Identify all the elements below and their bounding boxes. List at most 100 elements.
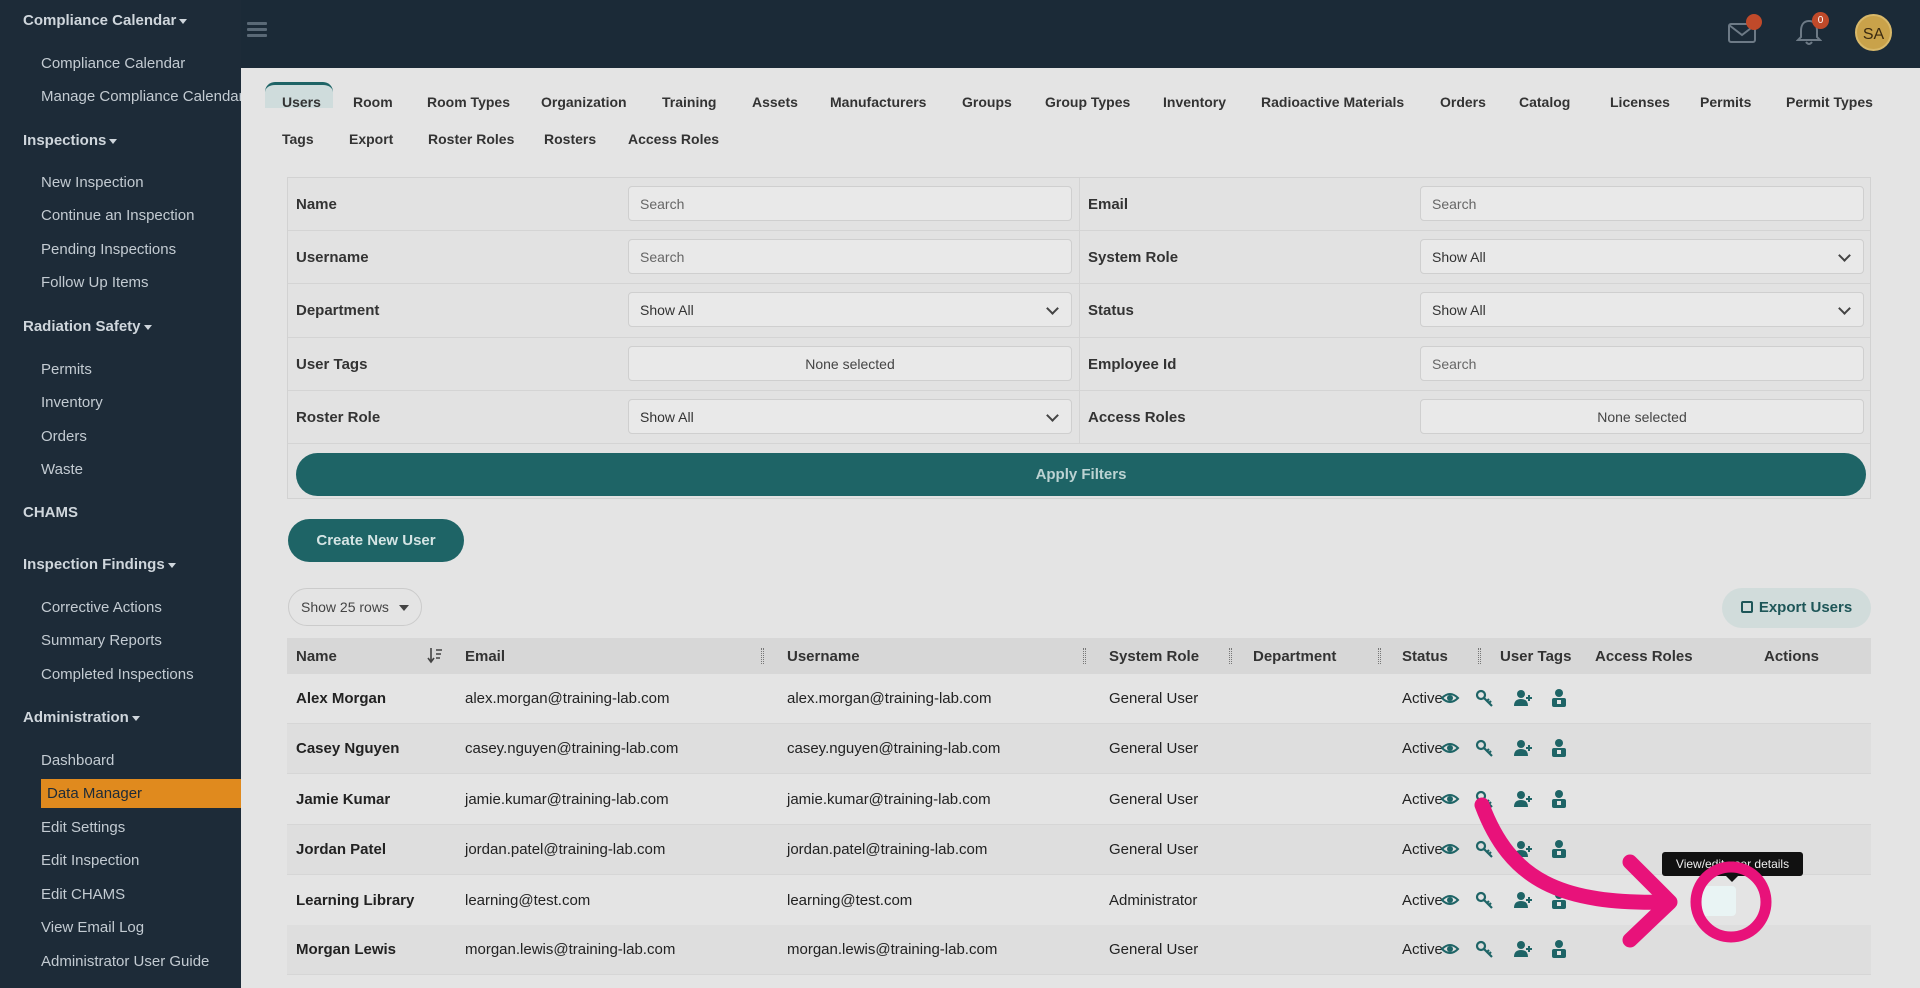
user-badge-icon[interactable] [1549, 789, 1569, 809]
add-user-icon[interactable] [1513, 738, 1533, 758]
department-select[interactable]: Show All [628, 292, 1072, 327]
tab-assets[interactable]: Assets [752, 94, 798, 110]
tab-users[interactable]: Users [282, 94, 321, 110]
tab-orders[interactable]: Orders [1440, 94, 1486, 110]
sidebar-section-chams[interactable]: CHAMS [23, 504, 78, 521]
tab-catalog[interactable]: Catalog [1519, 94, 1570, 110]
add-user-icon[interactable] [1513, 688, 1533, 708]
tab-roster-roles[interactable]: Roster Roles [428, 131, 514, 147]
sidebar-item-admin-user-guide[interactable]: Administrator User Guide [41, 953, 209, 970]
tab-groups[interactable]: Groups [962, 94, 1012, 110]
tab-rosters[interactable]: Rosters [544, 131, 596, 147]
sidebar-item-inventory[interactable]: Inventory [41, 394, 103, 411]
username-search-input[interactable]: Search [628, 239, 1072, 274]
hamburger-menu-icon[interactable] [247, 22, 267, 38]
sidebar-item-waste[interactable]: Waste [41, 461, 83, 478]
sidebar-item-dashboard[interactable]: Dashboard [41, 752, 114, 769]
column-header-access-roles[interactable]: Access Roles [1595, 648, 1693, 665]
view-eye-icon[interactable] [1440, 789, 1460, 809]
user-badge-icon[interactable] [1549, 738, 1569, 758]
column-header-department[interactable]: Department [1253, 648, 1336, 665]
tab-organization[interactable]: Organization [541, 94, 627, 110]
tab-access-roles[interactable]: Access Roles [628, 131, 719, 147]
column-resize-handle[interactable] [1229, 648, 1232, 664]
sidebar-section-radiation-safety[interactable]: Radiation Safety [23, 318, 152, 335]
name-search-input[interactable]: Search [628, 186, 1072, 221]
tab-group-types[interactable]: Group Types [1045, 94, 1130, 110]
key-icon[interactable] [1475, 939, 1495, 959]
view-eye-icon[interactable] [1440, 738, 1460, 758]
tab-licenses[interactable]: Licenses [1610, 94, 1670, 110]
rows-per-page-select[interactable]: Show 25 rows [288, 588, 422, 626]
column-header-username[interactable]: Username [787, 648, 860, 665]
sidebar-item-data-manager[interactable]: Data Manager [41, 779, 241, 808]
sidebar-item-completed-inspections[interactable]: Completed Inspections [41, 666, 194, 683]
add-user-icon[interactable] [1513, 789, 1533, 809]
sidebar-item-edit-settings[interactable]: Edit Settings [41, 819, 125, 836]
sidebar-item-summary-reports[interactable]: Summary Reports [41, 632, 162, 649]
column-resize-handle[interactable] [1083, 648, 1086, 664]
sidebar-item-continue-inspection[interactable]: Continue an Inspection [41, 207, 194, 224]
key-icon[interactable] [1475, 890, 1495, 910]
column-header-email[interactable]: Email [465, 648, 505, 665]
create-new-user-button[interactable]: Create New User [288, 519, 464, 562]
sidebar-item-edit-chams[interactable]: Edit CHAMS [41, 886, 125, 903]
roster-role-select[interactable]: Show All [628, 399, 1072, 434]
sidebar-section-inspections[interactable]: Inspections [23, 132, 118, 149]
tab-radioactive-materials[interactable]: Radioactive Materials [1261, 94, 1404, 110]
key-icon[interactable] [1475, 738, 1495, 758]
user-badge-icon[interactable] [1549, 688, 1569, 708]
sidebar-item-new-inspection[interactable]: New Inspection [41, 174, 144, 191]
user-badge-icon[interactable] [1549, 890, 1569, 910]
avatar[interactable]: SA [1855, 14, 1892, 51]
employee-id-search-input[interactable]: Search [1420, 346, 1864, 381]
column-resize-handle[interactable] [1378, 648, 1381, 664]
sidebar-item-edit-inspection[interactable]: Edit Inspection [41, 852, 139, 869]
tab-permits[interactable]: Permits [1700, 94, 1751, 110]
tab-tags[interactable]: Tags [282, 131, 314, 147]
sidebar-item-follow-up-items[interactable]: Follow Up Items [41, 274, 149, 291]
tab-inventory[interactable]: Inventory [1163, 94, 1226, 110]
tab-permit-types[interactable]: Permit Types [1786, 94, 1873, 110]
sidebar-section-compliance-calendar[interactable]: Compliance Calendar [23, 12, 188, 29]
tab-room[interactable]: Room [353, 94, 393, 110]
user-tags-multiselect[interactable]: None selected [628, 346, 1072, 381]
add-user-icon[interactable] [1513, 890, 1533, 910]
tab-training[interactable]: Training [662, 94, 716, 110]
add-user-icon[interactable] [1513, 939, 1533, 959]
sort-ascending-icon[interactable] [427, 646, 443, 664]
column-header-name[interactable]: Name [296, 648, 337, 665]
view-eye-icon[interactable] [1440, 939, 1460, 959]
tab-manufacturers[interactable]: Manufacturers [830, 94, 926, 110]
tab-export[interactable]: Export [349, 131, 393, 147]
user-badge-icon[interactable] [1549, 839, 1569, 859]
key-icon[interactable] [1475, 688, 1495, 708]
email-search-input[interactable]: Search [1420, 186, 1864, 221]
sidebar-item-manage-compliance-calendar[interactable]: Manage Compliance Calendar [41, 88, 244, 105]
status-select[interactable]: Show All [1420, 292, 1864, 327]
column-header-user-tags[interactable]: User Tags [1500, 648, 1571, 665]
key-icon[interactable] [1475, 789, 1495, 809]
sidebar-item-pending-inspections[interactable]: Pending Inspections [41, 241, 176, 258]
sidebar-section-administration[interactable]: Administration [23, 709, 140, 726]
sidebar-item-permits[interactable]: Permits [41, 361, 92, 378]
export-users-button[interactable]: Export Users [1722, 588, 1871, 628]
column-header-status[interactable]: Status [1402, 648, 1448, 665]
add-user-icon[interactable] [1513, 839, 1533, 859]
sidebar-item-orders[interactable]: Orders [41, 428, 87, 445]
sidebar-section-inspection-findings[interactable]: Inspection Findings [23, 556, 176, 573]
sidebar-item-view-email-log[interactable]: View Email Log [41, 919, 144, 936]
view-eye-icon[interactable] [1440, 839, 1460, 859]
apply-filters-button[interactable]: Apply Filters [296, 453, 1866, 496]
tab-room-types[interactable]: Room Types [427, 94, 510, 110]
column-header-system-role[interactable]: System Role [1109, 648, 1199, 665]
system-role-select[interactable]: Show All [1420, 239, 1864, 274]
sidebar-item-corrective-actions[interactable]: Corrective Actions [41, 599, 162, 616]
view-eye-icon[interactable] [1440, 688, 1460, 708]
user-badge-icon[interactable] [1549, 939, 1569, 959]
view-eye-icon[interactable] [1440, 890, 1460, 910]
sidebar-item-compliance-calendar[interactable]: Compliance Calendar [41, 55, 185, 72]
column-resize-handle[interactable] [761, 648, 764, 664]
access-roles-multiselect[interactable]: None selected [1420, 399, 1864, 434]
column-resize-handle[interactable] [1478, 648, 1481, 664]
